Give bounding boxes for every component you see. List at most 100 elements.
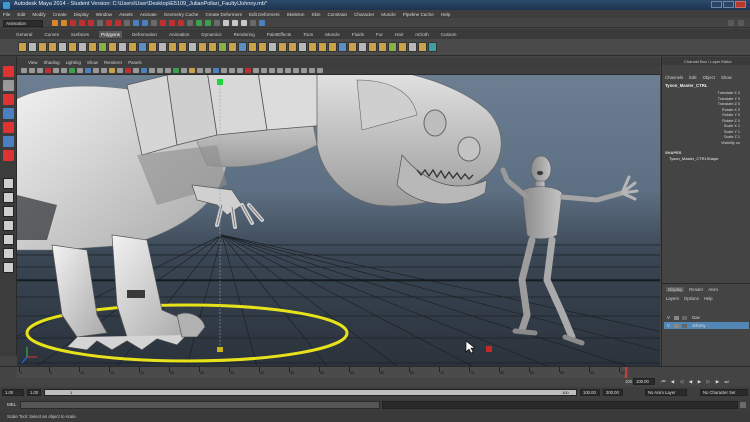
status-tool-icon[interactable] (250, 20, 256, 26)
menu-edit[interactable]: Edit (17, 12, 25, 17)
shelf-tool-icon[interactable] (348, 42, 357, 52)
status-tool-icon[interactable] (106, 20, 112, 26)
panel-toolbar-icon[interactable] (141, 68, 147, 73)
shelf-tool-icon[interactable] (398, 42, 407, 52)
status-tool-icon[interactable] (160, 20, 166, 26)
go-to-end-icon[interactable]: ⏭ (723, 378, 730, 385)
shelf-tool-icon[interactable] (28, 42, 37, 52)
shelf-tool-icon[interactable] (218, 42, 227, 52)
range-start-field[interactable]: 1.00 (2, 389, 24, 396)
panel-menu-renderer[interactable]: Renderer (104, 60, 122, 65)
panel-toolbar-icon[interactable] (221, 68, 227, 73)
menu-display[interactable]: Display (74, 12, 89, 17)
current-frame-field[interactable]: 100.00 (633, 378, 655, 385)
shelf-tool-icon[interactable] (228, 42, 237, 52)
menu-geometry-cache[interactable]: Geometry Cache (164, 12, 199, 17)
panel-toolbar-icon[interactable] (45, 68, 51, 73)
shelf-tool-icon[interactable] (128, 42, 137, 52)
status-tool-icon[interactable] (124, 20, 130, 26)
layer-tab-display[interactable]: Display (666, 287, 685, 292)
panel-toolbar-icon[interactable] (261, 68, 267, 73)
script-editor-icon[interactable] (740, 402, 746, 408)
shelf-tool-icon[interactable] (118, 42, 127, 52)
step-back-key-icon[interactable]: ◁ (678, 378, 685, 385)
channel-box-tab-edit[interactable]: Edit (689, 75, 696, 80)
status-tool-icon[interactable] (241, 20, 247, 26)
panel-toolbar-icon[interactable] (269, 68, 275, 73)
shelf-tab-surfaces[interactable]: Surfaces (69, 31, 91, 38)
panel-toolbar-icon[interactable] (229, 68, 235, 73)
channel-box-tab-channels[interactable]: Channels (665, 75, 683, 80)
panel-toolbar-icon[interactable] (21, 68, 27, 73)
four-pane-layout-icon[interactable] (3, 192, 14, 203)
shelf-tab-fur[interactable]: Fur (374, 31, 385, 38)
panel-menu-shading[interactable]: Shading (43, 60, 59, 65)
shelf-tool-icon[interactable] (238, 42, 247, 52)
panel-toolbar-icon[interactable] (165, 68, 171, 73)
layer-tab-render[interactable]: Render (689, 287, 703, 292)
shelf-tab-custom[interactable]: Custom (439, 31, 459, 38)
status-tool-icon[interactable] (196, 20, 202, 26)
menu-set-select[interactable]: Animation (3, 19, 43, 27)
shelf-tool-icon[interactable] (328, 42, 337, 52)
layer-color-swatch[interactable] (682, 315, 687, 320)
shelf-tool-icon[interactable] (258, 42, 267, 52)
shelf-tool-icon[interactable] (188, 42, 197, 52)
shelf-tool-icon[interactable] (268, 42, 277, 52)
status-tool-icon[interactable] (61, 20, 67, 26)
status-tool-icon[interactable] (232, 20, 238, 26)
panel-toolbar-icon[interactable] (277, 68, 283, 73)
panel-toolbar-icon[interactable] (101, 68, 107, 73)
shelf-tool-icon[interactable] (248, 42, 257, 52)
panel-toolbar-icon[interactable] (149, 68, 155, 73)
panel-toolbar-icon[interactable] (253, 68, 259, 73)
scale-tool-icon[interactable] (3, 136, 14, 147)
maximize-button[interactable] (723, 1, 734, 8)
shelf-tab-hair[interactable]: Hair (393, 31, 405, 38)
channel-box-toggle-icon[interactable] (728, 20, 734, 26)
channel-attribute[interactable]: Visibility on (721, 141, 740, 145)
single-pane-layout-icon[interactable] (3, 178, 14, 189)
status-tool-icon[interactable] (88, 20, 94, 26)
shelf-tool-icon[interactable] (38, 42, 47, 52)
shelf-tab-muscle[interactable]: Muscle (323, 31, 342, 38)
graph-editor-layout-icon[interactable] (3, 262, 14, 273)
menu-character[interactable]: Character (354, 12, 374, 17)
menu-skin[interactable]: Skin (312, 12, 321, 17)
panel-toolbar-icon[interactable] (189, 68, 195, 73)
shelf-tool-icon[interactable] (358, 42, 367, 52)
playback-end-field[interactable]: 100.00 (580, 389, 600, 396)
menu-pipeline-cache[interactable]: Pipeline Cache (403, 12, 434, 17)
manipulator-icon[interactable] (3, 150, 14, 161)
rotate-tool-icon[interactable] (3, 122, 14, 133)
status-tool-icon[interactable] (187, 20, 193, 26)
channel-box-tab-object[interactable]: Object (703, 75, 715, 80)
status-tool-icon[interactable] (52, 20, 58, 26)
time-slider[interactable]: 1 5 10 15 20 25 30 35 40 45 50 55 60 65 70 75 80 85 90 95 10… (0, 366, 750, 386)
playback-start-field[interactable]: 1.00 (27, 389, 41, 396)
panel-toolbar-icon[interactable] (245, 68, 251, 73)
status-tool-icon[interactable] (169, 20, 175, 26)
panel-toolbar-icon[interactable] (133, 68, 139, 73)
channel-attribute[interactable]: Rotate Y 0 (722, 113, 740, 117)
status-tool-icon[interactable] (70, 20, 76, 26)
layer-menu-options[interactable]: Options (684, 296, 699, 301)
status-tool-icon[interactable] (133, 20, 139, 26)
menu-create[interactable]: Create (53, 12, 67, 17)
shelf-tool-icon[interactable] (168, 42, 177, 52)
panel-toolbar-icon[interactable] (173, 68, 179, 73)
shelf-tab-painteffects[interactable]: PaintEffects (265, 31, 293, 38)
shelf-tool-icon[interactable] (308, 42, 317, 52)
side-by-side-layout-icon[interactable] (3, 206, 14, 217)
status-tool-icon[interactable] (259, 20, 265, 26)
menu-skeleton[interactable]: Skeleton (287, 12, 305, 17)
panel-menu-lighting[interactable]: Lighting (66, 60, 81, 65)
play-backwards-icon[interactable]: ◀ (687, 378, 694, 385)
layer-row-johnny[interactable]: V Johnny (664, 322, 749, 329)
menu-help[interactable]: Help (441, 12, 450, 17)
shelf-tool-icon[interactable] (88, 42, 97, 52)
panel-toolbar-icon[interactable] (85, 68, 91, 73)
shelf-tool-icon[interactable] (408, 42, 417, 52)
shelf-tool-icon[interactable] (18, 42, 27, 52)
shelf-tab-deformation[interactable]: Deformation (130, 31, 159, 38)
